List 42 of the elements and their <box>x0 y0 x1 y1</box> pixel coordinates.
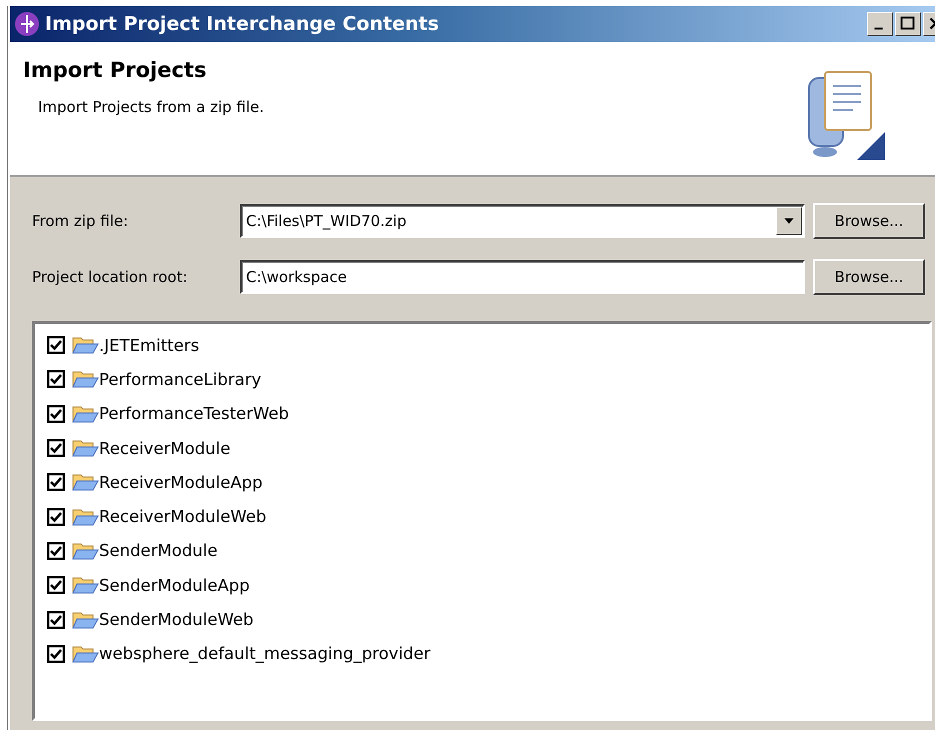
folder-icon <box>71 438 99 458</box>
checkbox[interactable] <box>47 404 65 423</box>
folder-icon <box>71 335 99 356</box>
app-icon <box>14 11 40 37</box>
project-name: PerformanceTesterWeb <box>99 404 289 424</box>
checkbox[interactable] <box>47 370 65 388</box>
checkbox[interactable] <box>47 439 65 458</box>
checkbox[interactable] <box>47 644 65 663</box>
browse-button[interactable]: Browse... <box>813 203 925 239</box>
project-name: .JETEmitters <box>99 336 200 355</box>
browse-button[interactable]: Browse... <box>813 259 925 295</box>
input-field[interactable]: C:\workspace <box>240 260 805 294</box>
project-name: SenderModule <box>99 541 218 560</box>
minimize-icon[interactable] <box>867 12 893 36</box>
folder-icon <box>71 506 99 527</box>
project-name: websphere_default_messaging_provider <box>99 644 430 664</box>
field-label: Project location root: <box>32 268 189 286</box>
project-name: ReceiverModuleApp <box>99 472 263 492</box>
project-name: PerformanceLibrary <box>99 370 262 389</box>
checkbox[interactable] <box>47 473 65 492</box>
folder-icon <box>71 472 99 492</box>
checkbox[interactable] <box>47 610 65 629</box>
maximize-icon[interactable] <box>895 12 921 36</box>
folder-icon <box>71 540 99 561</box>
window-title: Import Project Interchange Contents <box>45 13 440 35</box>
page-title: Import Projects <box>23 58 208 82</box>
folder-icon <box>71 575 99 596</box>
project-name: ReceiverModule <box>99 438 230 458</box>
field-label: From zip file: <box>32 212 130 230</box>
checkbox[interactable] <box>47 508 65 526</box>
folder-icon <box>71 404 99 424</box>
checkbox[interactable] <box>47 576 65 594</box>
folder-icon <box>71 610 99 630</box>
folder-icon <box>71 644 99 664</box>
checkbox[interactable] <box>47 336 65 354</box>
combo-box-field[interactable]: C:\Files\PT_WID70.zip <box>240 204 805 238</box>
page-description: Import Projects from a zip file. <box>38 98 266 116</box>
project-name: ReceiverModuleWeb <box>99 507 266 526</box>
project-name: SenderModuleApp <box>99 576 250 595</box>
checkbox[interactable] <box>47 542 65 560</box>
folder-icon <box>71 369 99 390</box>
project-name: SenderModuleWeb <box>99 610 254 630</box>
